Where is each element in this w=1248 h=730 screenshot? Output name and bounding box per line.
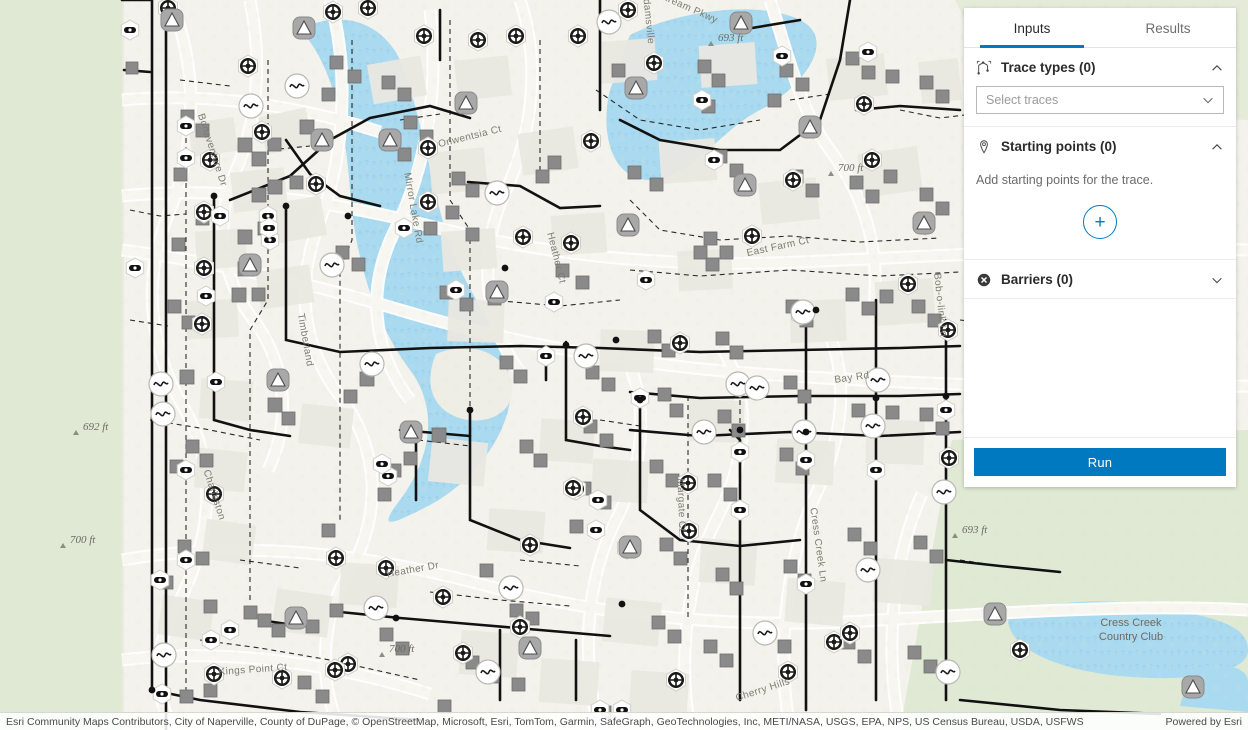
attribution-bar: Esri Community Maps Contributors, City o… <box>0 712 1248 730</box>
section-starting-points-header[interactable]: Starting points (0) <box>964 127 1236 165</box>
chevron-down-icon <box>1203 97 1213 104</box>
elevation-marker-icon <box>379 652 385 657</box>
elevation-marker-icon <box>828 171 834 176</box>
trace-network-icon <box>976 60 992 75</box>
circle-x-icon <box>977 273 991 286</box>
section-barriers-title: Barriers (0) <box>1001 272 1074 287</box>
run-button[interactable]: Run <box>974 448 1226 476</box>
elevation-marker-icon <box>60 543 66 548</box>
elevation-marker-icon <box>952 533 958 538</box>
starting-points-add-row: + <box>976 191 1224 247</box>
attribution-sources: Esri Community Maps Contributors, City o… <box>6 715 1084 728</box>
section-starting-points-body: Add starting points for the trace. + <box>964 165 1236 259</box>
section-starting-points: Starting points (0) Add starting points … <box>964 127 1236 260</box>
tab-inputs[interactable]: Inputs <box>964 8 1100 48</box>
chevron-down-icon[interactable] <box>1210 273 1224 287</box>
trace-types-select[interactable]: Select traces <box>976 86 1224 114</box>
section-starting-points-title: Starting points (0) <box>1001 139 1117 154</box>
section-trace-types-title: Trace types (0) <box>1001 60 1096 75</box>
starting-points-hint: Add starting points for the trace. <box>976 173 1154 187</box>
add-starting-point-button[interactable]: + <box>1083 205 1117 239</box>
section-trace-types-body: Select traces <box>964 86 1236 126</box>
chevron-up-icon[interactable] <box>1210 61 1224 75</box>
section-barriers-header[interactable]: Barriers (0) <box>964 260 1236 298</box>
trace-tool-panel: Inputs Results Trace types (0) Select tr… <box>964 8 1236 487</box>
application-root: Bonaventure Dr Mirror Lake Rd Onwentsia Ct… <box>0 0 1248 730</box>
panel-tabs: Inputs Results <box>964 8 1236 48</box>
section-trace-types-header[interactable]: Trace types (0) <box>964 48 1236 86</box>
elevation-marker-icon <box>73 430 79 435</box>
section-barriers: Barriers (0) <box>964 260 1236 299</box>
powered-by-esri[interactable]: Powered by Esri <box>1156 716 1242 728</box>
section-trace-types: Trace types (0) Select traces <box>964 48 1236 127</box>
chevron-up-icon[interactable] <box>1210 140 1224 154</box>
tab-results[interactable]: Results <box>1100 8 1236 48</box>
tab-inputs-label: Inputs <box>1013 20 1051 36</box>
trace-types-select-placeholder: Select traces <box>986 93 1059 107</box>
panel-filler <box>964 299 1236 437</box>
elevation-marker-icon <box>708 41 714 46</box>
tab-results-label: Results <box>1145 20 1191 36</box>
map-pin-icon <box>980 139 988 154</box>
panel-footer: Run <box>964 437 1236 487</box>
